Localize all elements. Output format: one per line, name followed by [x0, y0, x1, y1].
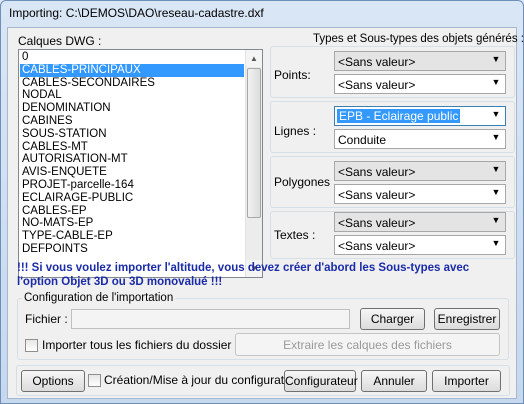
textes-type-combo[interactable]: <Sans valeur> ▼	[334, 212, 506, 232]
fichier-label: Fichier :	[25, 312, 68, 326]
list-item[interactable]: NO-MATS-EP	[20, 217, 244, 230]
creation-label: Création/Mise à jour du configurateur	[104, 373, 302, 387]
annuler-button[interactable]: Annuler	[361, 370, 427, 392]
chevron-down-icon: ▼	[491, 54, 501, 64]
calques-list: 0 CABLES-PRINCIPAUX CABLES-SECONDAIRES NODA…	[20, 51, 244, 276]
lignes-type-combo[interactable]: EPB - Eclairage public ▼	[334, 106, 506, 126]
points-subtype-combo[interactable]: <Sans valeur> ▼	[334, 74, 506, 94]
list-item[interactable]: DENOMINATION	[20, 102, 244, 115]
lignes-label: Lignes :	[274, 124, 317, 138]
types-header: Types et Sous-types des objets générés :	[313, 33, 524, 45]
import-all-label: Importer tous les fichiers du dossier	[42, 338, 232, 352]
scroll-up-icon[interactable]: ▲	[246, 50, 262, 67]
chevron-down-icon: ▼	[491, 109, 501, 119]
window-title: Importing: C:\DEMOS\DAO\reseau-cadastre.…	[9, 6, 264, 20]
list-item[interactable]: SOUS-STATION	[20, 128, 244, 141]
importer-button[interactable]: Importer	[432, 370, 501, 392]
list-item[interactable]: 0	[20, 51, 244, 64]
list-item[interactable]: CABLES-EP	[20, 205, 244, 218]
calques-scrollbar[interactable]: ▲ ▼	[245, 50, 262, 277]
list-item[interactable]: CABINES	[20, 115, 244, 128]
altitude-warning: !!! Si vous voulez importer l'altitude, …	[17, 262, 470, 288]
polygones-type-combo[interactable]: <Sans valeur> ▼	[334, 161, 506, 181]
polygones-subtype-combo[interactable]: <Sans valeur> ▼	[334, 184, 506, 204]
list-item[interactable]: CABLES-SECONDAIRES	[20, 77, 244, 90]
textes-label: Textes :	[274, 228, 316, 242]
chevron-down-icon: ▼	[491, 238, 501, 248]
list-item[interactable]: ECLAIRAGE-PUBLIC	[20, 192, 244, 205]
scroll-thumb[interactable]	[247, 68, 261, 218]
calques-listbox[interactable]: 0 CABLES-PRINCIPAUX CABLES-SECONDAIRES NODA…	[18, 49, 263, 278]
points-type-combo[interactable]: <Sans valeur> ▼	[334, 51, 506, 71]
dialog-client-area: Calques DWG : 0 CABLES-PRINCIPAUX CABLES-S…	[7, 27, 524, 399]
chevron-down-icon: ▼	[491, 215, 501, 225]
charger-button[interactable]: Charger	[360, 308, 425, 330]
list-item[interactable]: AUTORISATION-MT	[20, 153, 244, 166]
list-item[interactable]: CABLES-PRINCIPAUX	[20, 63, 244, 77]
fichier-field[interactable]	[71, 309, 350, 329]
list-item[interactable]: CABLES-MT	[20, 141, 244, 154]
polygones-label: Polygones :	[274, 175, 337, 189]
list-item[interactable]: NODAL	[20, 89, 244, 102]
list-item[interactable]: DEFPOINTS	[20, 243, 244, 256]
list-item[interactable]: AVIS-ENQUETE	[20, 166, 244, 179]
calques-label: Calques DWG :	[18, 34, 102, 48]
config-title: Configuration de l'importation	[22, 292, 176, 304]
points-label: Points:	[274, 68, 311, 82]
chevron-down-icon: ▼	[491, 187, 501, 197]
enregistrer-button[interactable]: Enregistrer	[434, 308, 500, 330]
options-button[interactable]: Options	[21, 370, 85, 392]
chevron-down-icon: ▼	[491, 77, 501, 87]
chevron-down-icon: ▼	[491, 164, 501, 174]
lignes-subtype-combo[interactable]: Conduite ▼	[334, 129, 506, 149]
list-item[interactable]: TYPE-CABLE-EP	[20, 230, 244, 243]
import-all-checkbox[interactable]	[25, 339, 38, 352]
import-dialog-window: Importing: C:\DEMOS\DAO\reseau-cadastre.…	[0, 0, 524, 404]
chevron-down-icon: ▼	[491, 132, 501, 142]
configurateur-button[interactable]: Configurateur	[284, 370, 358, 392]
creation-checkbox[interactable]	[88, 374, 101, 387]
textes-subtype-combo[interactable]: <Sans valeur> ▼	[334, 235, 506, 255]
list-item[interactable]: PROJET-parcelle-164	[20, 179, 244, 192]
extraire-button[interactable]: Extraire les calques des fichiers	[235, 333, 500, 356]
